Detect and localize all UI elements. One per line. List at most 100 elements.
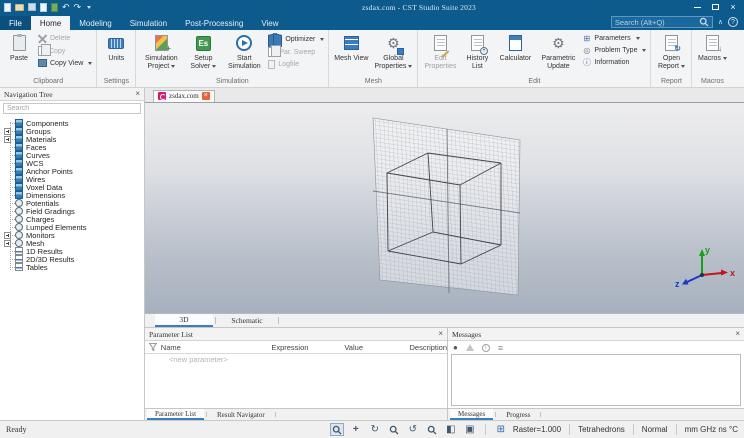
parameter-table-body[interactable] [145, 365, 447, 408]
mesh-cells-icon[interactable]: ▣ [463, 423, 477, 436]
view-change-icon[interactable]: ⊞ [494, 423, 508, 436]
dropdown-arrow-icon[interactable] [88, 61, 93, 65]
tree-item-curves[interactable]: Curves [0, 151, 144, 160]
warnings-filter-icon[interactable] [465, 344, 474, 351]
tree-item-components[interactable]: Components [0, 119, 144, 128]
search-icon[interactable] [699, 17, 709, 27]
units-button[interactable]: Units [99, 31, 133, 65]
messages-content[interactable] [451, 354, 741, 406]
tree-item-lumped-elements[interactable]: Lumped Elements [0, 223, 144, 232]
tab-result-navigator[interactable]: Result Navigator [209, 409, 273, 420]
open-report-button[interactable]: ↻ Open Report [653, 31, 689, 73]
tab-parameter-list[interactable]: Parameter List [147, 409, 205, 420]
info-filter-icon[interactable]: i [481, 343, 490, 352]
tab-messages[interactable]: Messages [450, 409, 494, 420]
minimize-button[interactable] [688, 1, 706, 14]
3d-viewport[interactable]: y x z [145, 103, 744, 313]
tab-simulation[interactable]: Simulation [121, 16, 176, 30]
tree-item-monitors[interactable]: Monitors [0, 231, 144, 240]
par-sweep-button[interactable]: Par. Sweep [268, 45, 324, 57]
tree-item-2d3d-results[interactable]: 2D/3D Results [0, 255, 144, 264]
close-button[interactable]: × [724, 1, 742, 14]
errors-filter-icon[interactable]: ● [453, 343, 458, 352]
tree-item-mesh[interactable]: Mesh [0, 239, 144, 248]
redo-icon[interactable]: ↷ [74, 2, 82, 12]
save-all-icon[interactable] [40, 2, 47, 12]
tree-item-wires[interactable]: Wires [0, 175, 144, 184]
parameters-button[interactable]: ⊞ Parameters [582, 34, 646, 43]
rotate-icon[interactable]: ↻ [368, 423, 382, 436]
open-file-icon[interactable] [15, 3, 24, 11]
expand-icon[interactable] [4, 135, 11, 143]
tree-item-tables[interactable]: Tables [0, 263, 144, 272]
dropdown-arrow-icon[interactable] [320, 37, 325, 41]
zoom-select-icon[interactable] [329, 423, 344, 436]
copy-button[interactable]: Copy [38, 44, 92, 56]
tree-item-field-gradings[interactable]: Field Gradings [0, 207, 144, 216]
simulation-project-button[interactable]: + Simulation Project [138, 31, 184, 73]
close-icon[interactable]: × [201, 92, 210, 100]
units-display[interactable]: mm GHz ns °C [685, 425, 738, 434]
dropdown-arrow-icon[interactable] [722, 57, 727, 60]
dropdown-arrow-icon[interactable] [212, 65, 217, 69]
mesh-view-button[interactable]: Mesh View [331, 31, 371, 65]
column-name[interactable]: Name [161, 343, 272, 352]
expand-icon[interactable] [4, 239, 11, 247]
optimizer-button[interactable]: Optimizer [268, 34, 325, 44]
information-button[interactable]: ⓘ Information [582, 58, 646, 67]
zoom-icon[interactable] [425, 423, 439, 436]
tree-search-input[interactable] [3, 103, 141, 114]
expand-icon[interactable] [4, 231, 11, 239]
maximize-button[interactable] [706, 1, 724, 14]
zoom-window-icon[interactable] [387, 423, 401, 436]
search-box[interactable] [610, 16, 713, 28]
dropdown-arrow-icon[interactable] [680, 65, 685, 69]
problem-type-button[interactable]: ◎ Problem Type [582, 46, 647, 55]
close-icon[interactable]: × [438, 330, 443, 338]
collapse-ribbon-icon[interactable]: ∧ [718, 18, 723, 26]
new-parameter-row[interactable]: <new parameter> [145, 354, 447, 365]
mesh-type[interactable]: Tetrahedrons [578, 425, 625, 434]
dropdown-arrow-icon[interactable] [408, 65, 413, 69]
history-list-button[interactable]: • History List [460, 31, 494, 73]
column-expression[interactable]: Expression [271, 343, 344, 352]
tree-item-groups[interactable]: Groups [0, 127, 144, 136]
document-tab[interactable]: zsdax.com × [153, 90, 215, 102]
tab-post-processing[interactable]: Post-Processing [176, 16, 252, 30]
close-icon[interactable]: × [135, 90, 140, 98]
tab-progress[interactable]: Progress [498, 409, 538, 420]
dropdown-arrow-icon[interactable] [642, 49, 647, 52]
message-options-icon[interactable]: ≡ [498, 343, 503, 353]
tree-item-anchor-points[interactable]: Anchor Points [0, 167, 144, 176]
save-icon[interactable] [28, 3, 36, 11]
parametric-update-button[interactable]: ⚙ Parametric Update [536, 31, 580, 73]
tab-file[interactable]: File [0, 16, 31, 30]
tab-view[interactable]: View [252, 16, 287, 30]
help-icon[interactable]: ? [728, 17, 738, 27]
dropdown-arrow-icon[interactable] [635, 37, 640, 40]
tree-item-materials[interactable]: Materials [0, 135, 144, 144]
import-icon[interactable] [51, 2, 58, 12]
tab-schematic[interactable]: Schematic [218, 314, 276, 327]
dropdown-arrow-icon[interactable] [171, 65, 176, 69]
global-properties-button[interactable]: ⚙ Global Properties [371, 31, 415, 73]
view-mode[interactable]: Normal [642, 425, 668, 434]
expand-icon[interactable] [4, 127, 11, 135]
edit-properties-button[interactable]: Edit Properties [420, 31, 460, 73]
calculator-button[interactable]: Calculator [494, 31, 536, 65]
tab-3d[interactable]: 3D [155, 314, 213, 327]
pan-icon[interactable]: + [349, 423, 363, 436]
new-file-icon[interactable] [4, 2, 11, 12]
tree-item-dimensions[interactable]: Dimensions [0, 191, 144, 200]
tab-home[interactable]: Home [30, 16, 71, 30]
column-value[interactable]: Value [344, 343, 409, 352]
undo-icon[interactable]: ↶ [62, 2, 70, 12]
tab-modeling[interactable]: Modeling [70, 16, 120, 30]
column-description[interactable]: Description [410, 343, 448, 352]
filter-icon[interactable] [145, 343, 161, 351]
copy-view-button[interactable]: Copy View [38, 59, 93, 67]
qat-dropdown-icon[interactable] [87, 5, 92, 9]
tree-item-voxel-data[interactable]: Voxel Data [0, 183, 144, 192]
rotate-view-icon[interactable]: ↺ [406, 423, 420, 436]
start-simulation-button[interactable]: Start Simulation [222, 31, 266, 73]
